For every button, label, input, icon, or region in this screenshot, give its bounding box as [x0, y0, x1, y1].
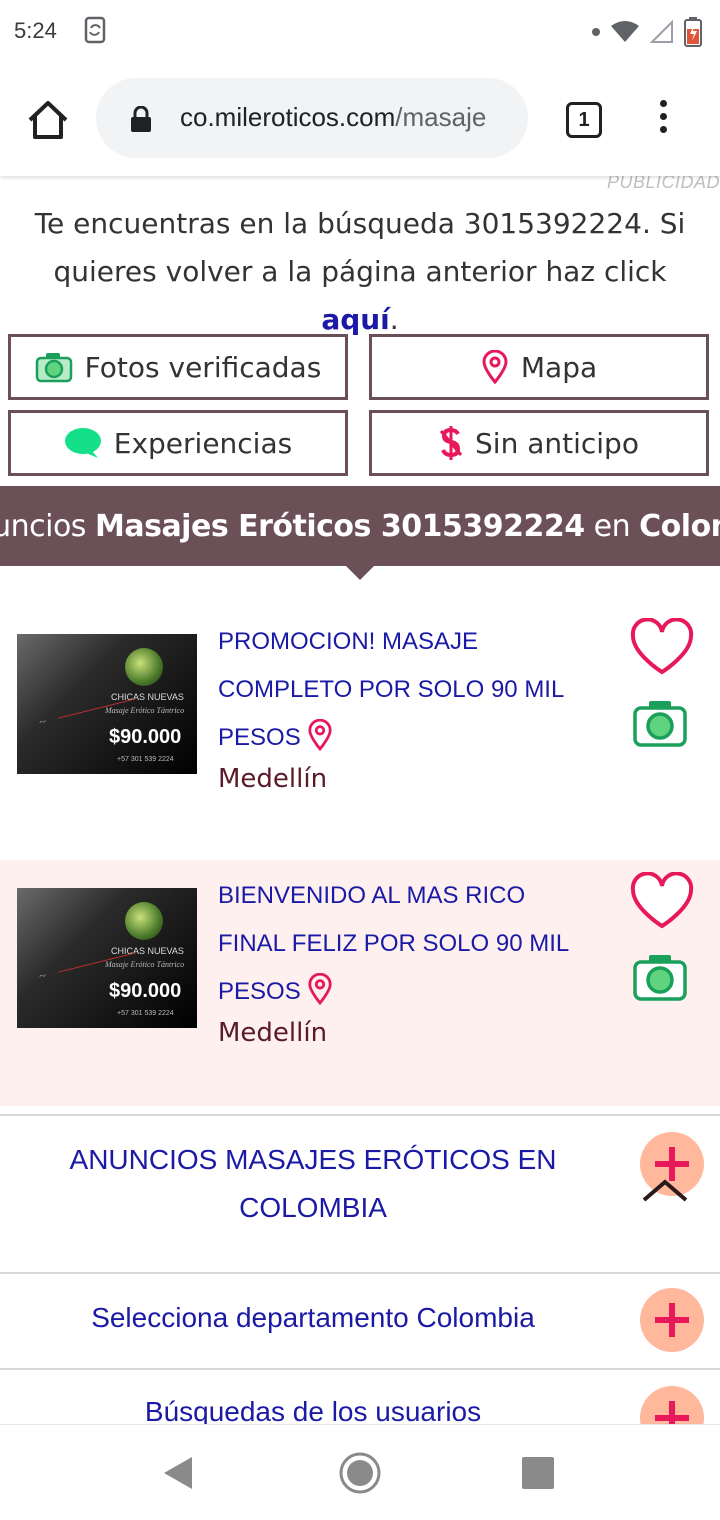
no-deposit-button[interactable]: Sin anticipo: [369, 410, 709, 476]
battery-icon: [684, 17, 702, 47]
url-domain: co.mileroticos.com: [180, 102, 396, 132]
results-count: 2 anuncios: [0, 508, 86, 544]
section-title: Selecciona departamento Colombia: [91, 1302, 535, 1333]
url-path: /masaje: [395, 102, 487, 132]
camera-icon: [633, 701, 687, 747]
system-nav-bar: [0, 1424, 720, 1520]
map-button[interactable]: Mapa: [369, 334, 709, 400]
heart-icon[interactable]: [629, 872, 695, 930]
listing-city: Medellín: [218, 1018, 328, 1048]
listing-thumbnail[interactable]: CHICAS NUEVAS Masaje Erótico Tántrico ~ …: [17, 888, 197, 1028]
section-title: ANUNCIOS MASAJES ERÓTICOS EN COLOMBIA: [69, 1144, 557, 1223]
address-bar[interactable]: co.mileroticos.com/masaje: [96, 78, 528, 158]
map-label: Mapa: [520, 350, 598, 384]
thumb-line2: Masaje Erótico Tántrico: [105, 960, 185, 969]
thumb-phone: +57 301 539 2224: [117, 1010, 174, 1017]
sync-icon: [84, 16, 106, 44]
section-title: Búsquedas de los usuarios: [144, 1396, 482, 1424]
back-link[interactable]: aquí: [321, 303, 389, 336]
lock-icon: [131, 106, 151, 132]
thumb-logo: [125, 902, 163, 940]
camera-icon: [35, 353, 72, 383]
section-department[interactable]: Selecciona departamento Colombia: [0, 1272, 720, 1364]
status-icons: [592, 16, 702, 48]
page-content: PUBLICIDAD Te encuentras en la búsqueda …: [0, 176, 720, 1424]
listing-title-text: PROMOCION! MASAJE COMPLETO POR SOLO 90 M…: [218, 628, 564, 751]
tab-switcher-button[interactable]: 1: [566, 102, 602, 138]
thumb-price: $90.000: [109, 726, 182, 748]
heart-icon[interactable]: [629, 618, 695, 676]
listing-item[interactable]: CHICAS NUEVAS Masaje Erótico Tántrico ~ …: [0, 606, 720, 852]
chat-bubble-icon: [64, 428, 101, 458]
back-icon[interactable]: [162, 1455, 194, 1491]
verified-photos-label: Fotos verificadas: [84, 350, 322, 384]
verified-photos-button[interactable]: Fotos verificadas: [8, 334, 348, 400]
intro-end: .: [389, 303, 399, 336]
status-bar: 5:24: [0, 0, 720, 64]
intro-text: Te encuentras en la búsqueda 3015392224.…: [34, 207, 686, 288]
listing-thumbnail[interactable]: CHICAS NUEVAS Masaje Erótico Tántrico ~ …: [17, 634, 197, 774]
browser-toolbar: co.mileroticos.com/masaje 1: [0, 64, 720, 176]
thumb-price: $90.000: [109, 980, 182, 1002]
thumb-line1: CHICAS NUEVAS: [111, 692, 184, 702]
wifi-icon: [611, 21, 639, 42]
location-pin-icon: [308, 718, 332, 752]
results-connector: en: [593, 508, 631, 544]
expand-plus-button[interactable]: [640, 1386, 704, 1424]
no-money-icon: [439, 426, 463, 460]
listing-item[interactable]: CHICAS NUEVAS Masaje Erótico Tántrico ~ …: [0, 860, 720, 1106]
section-user-searches[interactable]: Búsquedas de los usuarios: [0, 1368, 720, 1424]
results-country: Colombia: [639, 508, 720, 544]
status-time: 5:24: [14, 18, 57, 43]
expand-plus-button[interactable]: [640, 1288, 704, 1352]
thumb-line2: Masaje Erótico Tántrico: [105, 706, 185, 715]
banner-arrow: [346, 566, 374, 580]
results-banner: 2 anuncios Masajes Eróticos 3015392224 e…: [0, 486, 720, 566]
ad-label: PUBLICIDAD: [606, 176, 720, 192]
results-category: Masajes Eróticos 3015392224: [94, 508, 585, 544]
search-intro: Te encuentras en la búsqueda 3015392224.…: [20, 200, 700, 344]
listing-city: Medellín: [218, 764, 328, 794]
url-text: co.mileroticos.com/masaje: [180, 102, 486, 133]
experiences-button[interactable]: Experiencias: [8, 410, 348, 476]
no-deposit-label: Sin anticipo: [475, 426, 639, 460]
thumb-line1: CHICAS NUEVAS: [111, 946, 184, 956]
signal-icon: [650, 20, 673, 43]
listing-title-text: BIENVENIDO AL MAS RICO FINAL FELIZ POR S…: [218, 882, 569, 1005]
thumb-phone: +57 301 539 2224: [117, 756, 174, 763]
location-pin-icon: [482, 350, 508, 384]
more-menu-icon[interactable]: [656, 100, 670, 140]
notification-dot-icon: [592, 28, 600, 36]
home-icon[interactable]: [26, 98, 70, 142]
camera-icon: [633, 955, 687, 1001]
thumb-logo: [125, 648, 163, 686]
listing-title[interactable]: PROMOCION! MASAJE COMPLETO POR SOLO 90 M…: [218, 618, 598, 762]
chevron-up-icon: [642, 1179, 688, 1202]
listing-title[interactable]: BIENVENIDO AL MAS RICO FINAL FELIZ POR S…: [218, 872, 598, 1016]
recents-icon[interactable]: [522, 1457, 554, 1489]
home-nav-icon[interactable]: [338, 1451, 382, 1495]
location-pin-icon: [308, 972, 332, 1006]
experiences-label: Experiencias: [113, 426, 293, 460]
section-ads-colombia[interactable]: ANUNCIOS MASAJES ERÓTICOS EN COLOMBIA: [0, 1114, 720, 1274]
